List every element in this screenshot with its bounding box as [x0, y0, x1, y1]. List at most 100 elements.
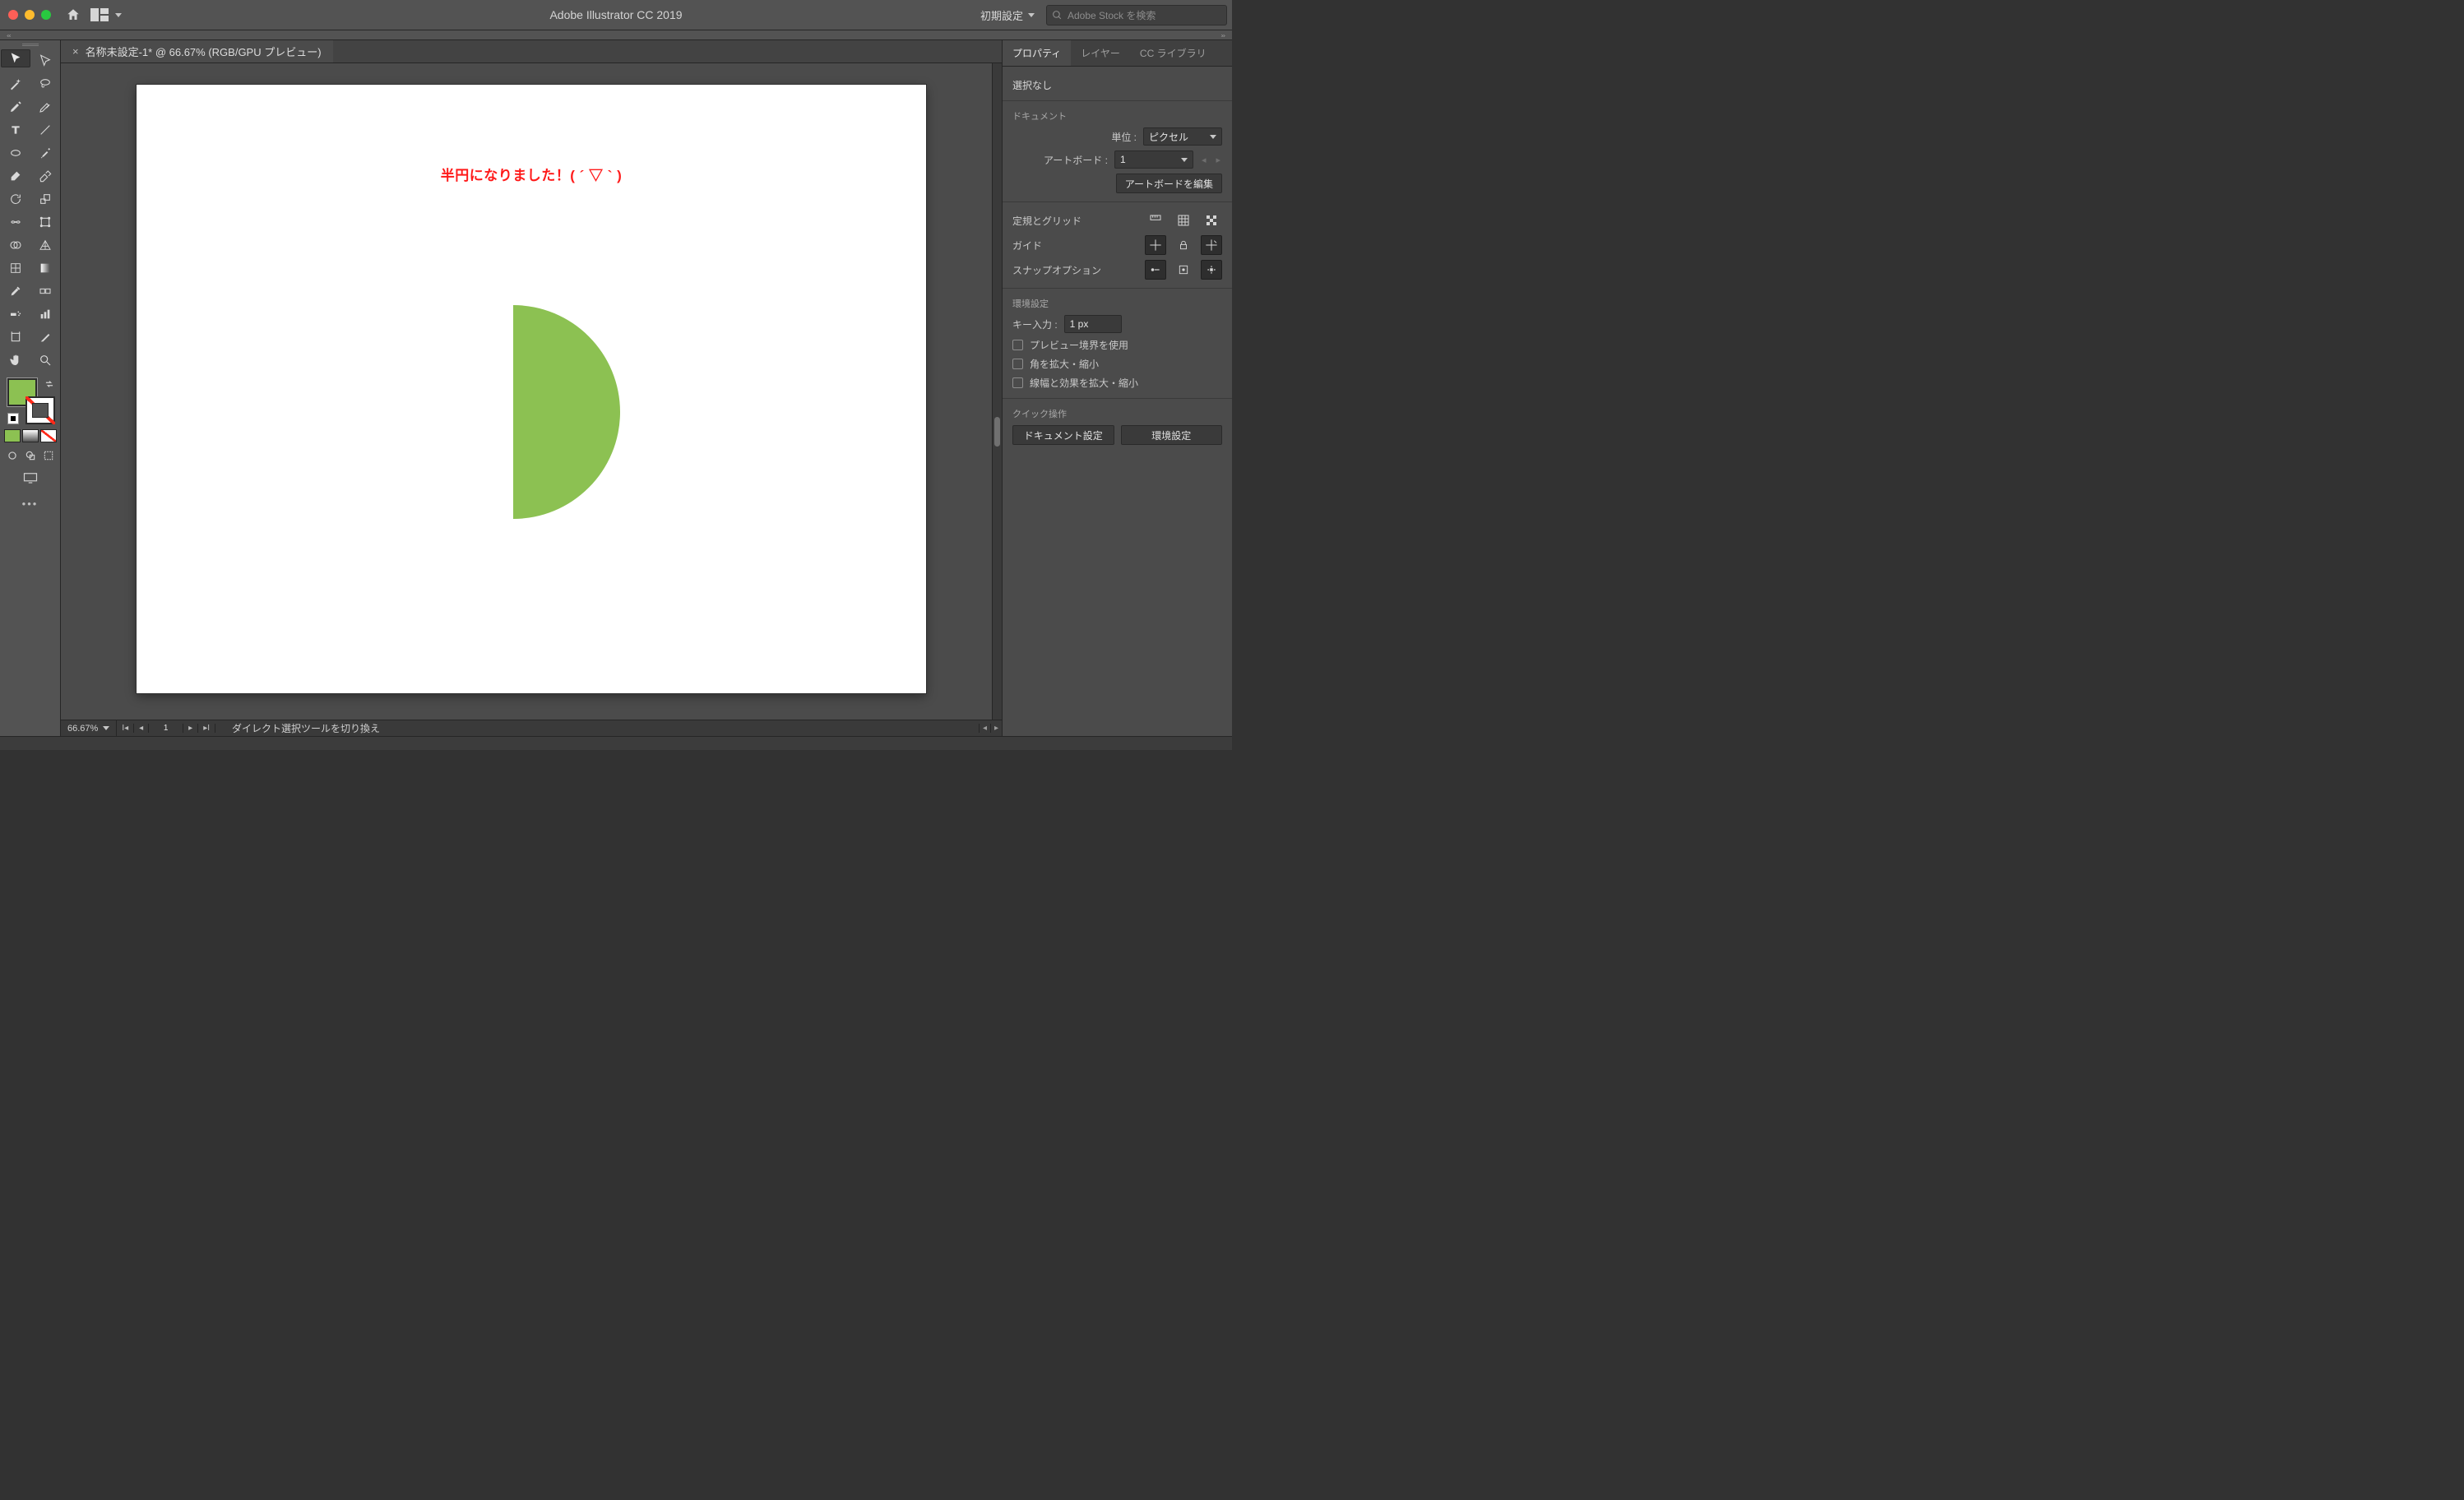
h-scroll-right[interactable]: ▸ [990, 724, 1002, 733]
smart-guides-icon[interactable] [1201, 235, 1222, 255]
workspace-switcher[interactable]: 初期設定 [974, 4, 1041, 26]
snap-to-point-icon[interactable] [1145, 260, 1166, 280]
preferences-section-label: 環境設定 [1012, 297, 1222, 310]
prev-artboard-icon[interactable]: ◂ [1200, 155, 1208, 165]
perspective-grid-tool[interactable] [30, 234, 60, 257]
rotate-tool[interactable] [1, 188, 30, 211]
draw-mode-row [4, 449, 57, 462]
chevron-right-icon[interactable]: » [1220, 33, 1225, 39]
selection-tool[interactable] [1, 49, 30, 67]
half-circle-shape[interactable] [513, 305, 620, 519]
zoom-dropdown[interactable]: 66.67% [61, 720, 117, 736]
prev-artboard-button[interactable]: ◂ [134, 724, 149, 733]
symbol-sprayer-tool[interactable] [1, 303, 30, 326]
stroke-swatch[interactable] [25, 396, 55, 424]
paintbrush-tool[interactable] [30, 141, 60, 164]
workspace-label: 初期設定 [980, 7, 1023, 23]
window-zoom-button[interactable] [41, 10, 51, 20]
title-bar: Adobe Illustrator CC 2019 初期設定 Adobe Sto… [0, 0, 1232, 30]
line-segment-tool[interactable] [30, 118, 60, 141]
shape-builder-tool[interactable] [1, 234, 30, 257]
eraser-tool[interactable] [30, 164, 60, 188]
pen-tool[interactable] [1, 95, 30, 118]
curvature-tool[interactable] [30, 95, 60, 118]
document-tab-label: 名称未設定-1* @ 66.67% (RGB/GPU プレビュー) [86, 44, 322, 59]
blend-tool[interactable] [30, 280, 60, 303]
artboard[interactable]: 半円になりました！( ´ ▽ ` ) [137, 85, 926, 693]
gradient-tool[interactable] [30, 257, 60, 280]
grid-icon[interactable] [1173, 211, 1194, 230]
edit-toolbar-button[interactable]: ••• [22, 498, 39, 510]
artboard-select[interactable]: 1 [1114, 150, 1193, 169]
slice-tool[interactable] [30, 326, 60, 349]
scale-tool[interactable] [30, 188, 60, 211]
preview-bounds-checkbox[interactable]: プレビュー境界を使用 [1012, 338, 1222, 352]
column-graph-tool[interactable] [30, 303, 60, 326]
gradient-mode-button[interactable] [22, 429, 39, 442]
lock-guides-icon[interactable] [1173, 235, 1194, 255]
close-tab-icon[interactable]: × [72, 45, 79, 58]
document-footer: 66.67% I◂ ◂ 1 ▸ ▸I ダイレクト選択ツールを切り換え ◂ ▸ [61, 720, 1002, 736]
color-mode-button[interactable] [4, 429, 21, 442]
mesh-tool[interactable] [1, 257, 30, 280]
scrollbar-thumb[interactable] [994, 417, 1000, 447]
document-tab[interactable]: × 名称未設定-1* @ 66.67% (RGB/GPU プレビュー) [61, 40, 333, 62]
swap-fill-stroke-icon[interactable] [44, 378, 55, 392]
key-input-field[interactable]: 1 px [1064, 315, 1122, 333]
stock-search-input[interactable]: Adobe Stock を検索 [1046, 5, 1227, 25]
snap-to-pixel-icon[interactable] [1201, 260, 1222, 280]
shaper-tool[interactable] [1, 164, 30, 188]
none-mode-button[interactable] [40, 429, 57, 442]
draw-behind-icon[interactable] [22, 449, 39, 462]
chevron-down-icon [1210, 135, 1216, 139]
hand-tool[interactable] [1, 349, 30, 372]
vertical-scrollbar[interactable] [992, 63, 1002, 720]
ruler-icon[interactable] [1145, 211, 1166, 230]
fill-stroke-swatch[interactable] [6, 378, 55, 424]
window-close-button[interactable] [8, 10, 18, 20]
type-tool[interactable] [1, 118, 30, 141]
draw-inside-icon[interactable] [40, 449, 57, 462]
free-transform-tool[interactable] [30, 211, 60, 234]
eyedropper-tool[interactable] [1, 280, 30, 303]
next-artboard-icon[interactable]: ▸ [1214, 155, 1222, 165]
ellipse-tool[interactable] [1, 141, 30, 164]
toolbox-grip[interactable] [22, 44, 39, 46]
tab-cc-libraries[interactable]: CC ライブラリ [1130, 40, 1216, 66]
checkbox-icon [1012, 359, 1023, 369]
unit-field-label: 単位 : [1111, 130, 1137, 144]
show-guides-icon[interactable] [1145, 235, 1166, 255]
width-tool[interactable] [1, 211, 30, 234]
magic-wand-tool[interactable] [1, 72, 30, 95]
document-tabs: × 名称未設定-1* @ 66.67% (RGB/GPU プレビュー) [61, 40, 1002, 63]
preferences-button[interactable]: 環境設定 [1121, 425, 1223, 445]
default-fill-stroke-icon[interactable] [7, 413, 19, 424]
scale-strokes-checkbox[interactable]: 線幅と効果を拡大・縮小 [1012, 376, 1222, 390]
unit-select[interactable]: ピクセル [1143, 127, 1222, 146]
snap-to-grid-icon[interactable] [1173, 260, 1194, 280]
edit-artboards-button[interactable]: アートボードを編集 [1116, 174, 1222, 193]
tab-layers[interactable]: レイヤー [1071, 40, 1130, 66]
window-minimize-button[interactable] [25, 10, 35, 20]
selection-none-label: 選択なし [1012, 78, 1222, 92]
zoom-tool[interactable] [30, 349, 60, 372]
artboard-tool[interactable] [1, 326, 30, 349]
next-artboard-button[interactable]: ▸ [183, 724, 198, 733]
transparency-grid-icon[interactable] [1201, 211, 1222, 230]
first-artboard-button[interactable]: I◂ [117, 724, 134, 733]
home-icon[interactable] [66, 7, 81, 22]
draw-normal-icon[interactable] [4, 449, 21, 462]
artboard-number[interactable]: 1 [149, 724, 183, 733]
scale-corners-checkbox[interactable]: 角を拡大・縮小 [1012, 357, 1222, 371]
chevron-left-icon[interactable]: « [7, 33, 12, 39]
arrange-documents-button[interactable] [90, 8, 122, 21]
tab-properties[interactable]: プロパティ [1003, 40, 1071, 66]
direct-selection-tool[interactable] [30, 49, 60, 72]
lasso-tool[interactable] [30, 72, 60, 95]
artboard-nav: I◂ ◂ 1 ▸ ▸I [117, 720, 215, 736]
canvas[interactable]: 半円になりました！( ´ ▽ ` ) [61, 63, 1002, 720]
screen-mode-button[interactable] [23, 472, 38, 486]
document-setup-button[interactable]: ドキュメント設定 [1012, 425, 1114, 445]
last-artboard-button[interactable]: ▸I [198, 724, 215, 733]
h-scroll-left[interactable]: ◂ [979, 724, 990, 733]
